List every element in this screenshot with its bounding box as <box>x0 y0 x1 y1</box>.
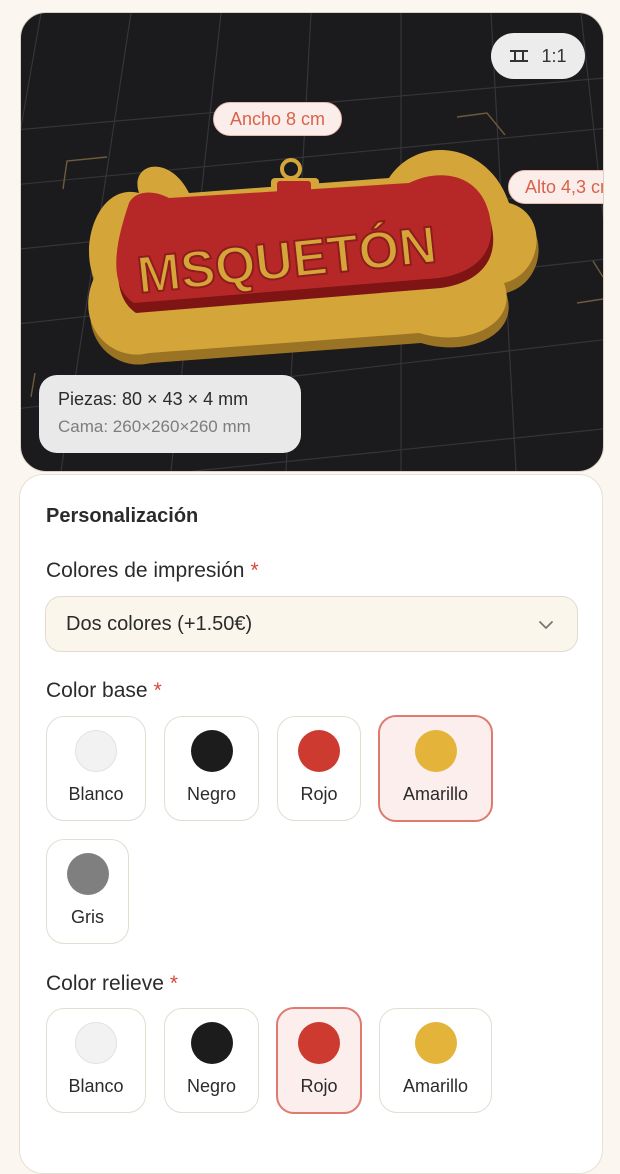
ruler-icon <box>510 50 529 62</box>
relief-color-option-negro[interactable]: Negro <box>164 1008 259 1113</box>
base-color-label: Color base * <box>46 679 162 703</box>
print-colors-label-text: Colores de impresión <box>46 559 245 582</box>
color-name: Amarillo <box>402 1076 468 1096</box>
width-dimension-tag: Ancho 8 cm <box>213 102 343 136</box>
relief-color-option-amarillo[interactable]: Amarillo <box>379 1008 492 1113</box>
scale-label: 1:1 <box>541 45 567 66</box>
print-colors-select[interactable]: Dos colores (+1.50€) <box>45 596 578 652</box>
color-name: Blanco <box>68 1076 124 1096</box>
color-dot <box>75 730 117 772</box>
relief-color-option-rojo[interactable]: Rojo <box>276 1007 362 1114</box>
relief-color-option-blanco[interactable]: Blanco <box>46 1008 146 1113</box>
color-dot <box>298 1022 340 1064</box>
pieces-size: Piezas: 80 × 43 × 4 mm <box>58 389 249 409</box>
color-dot <box>190 730 233 772</box>
print-colors-value: Dos colores (+1.50€) <box>66 612 253 635</box>
color-name: Rojo <box>300 1076 338 1096</box>
relief-color-label-text: Color relieve <box>46 972 164 995</box>
base-color-label-text: Color base <box>46 679 148 702</box>
base-color-option-amarillo[interactable]: Amarillo <box>378 715 493 822</box>
base-color-option-blanco[interactable]: Blanco <box>46 716 146 821</box>
relief-color-label: Color relieve * <box>46 972 178 996</box>
color-dot <box>75 1022 117 1064</box>
color-name: Rojo <box>300 784 338 804</box>
color-name: Blanco <box>68 784 124 804</box>
required-mark: * <box>153 679 162 702</box>
print-colors-label: Colores de impresión * <box>46 559 259 583</box>
chevron-down-icon <box>539 621 553 629</box>
color-name: Negro <box>186 1076 237 1096</box>
color-name: Amarillo <box>402 784 468 804</box>
base-color-option-negro[interactable]: Negro <box>164 716 259 821</box>
color-dot <box>414 730 457 772</box>
required-mark: * <box>169 972 179 995</box>
panel-title: Personalización <box>46 505 199 527</box>
bed-size: Cama: 260×260×260 mm <box>58 417 251 436</box>
base-color-option-rojo[interactable]: Rojo <box>277 716 361 821</box>
dimensions-info: Piezas: 80 × 43 × 4 mm Cama: 260×260×260… <box>39 375 301 453</box>
color-dot <box>66 853 109 895</box>
base-color-option-gris[interactable]: Gris <box>46 839 129 944</box>
color-name: Gris <box>71 907 104 927</box>
model-viewer[interactable]: MSQUETÓN 1:1 Ancho 8 cm Alto 4,3 cm Piez… <box>20 12 604 472</box>
color-dot <box>190 1022 233 1064</box>
customization-panel: Personalización Colores de impresión * Do… <box>19 474 603 1174</box>
color-name: Negro <box>186 784 237 804</box>
color-dot <box>298 730 340 772</box>
scale-button[interactable]: 1:1 <box>491 33 585 79</box>
required-mark: * <box>250 559 259 582</box>
height-dimension-tag: Alto 4,3 cm <box>508 170 603 204</box>
color-dot <box>414 1022 457 1064</box>
